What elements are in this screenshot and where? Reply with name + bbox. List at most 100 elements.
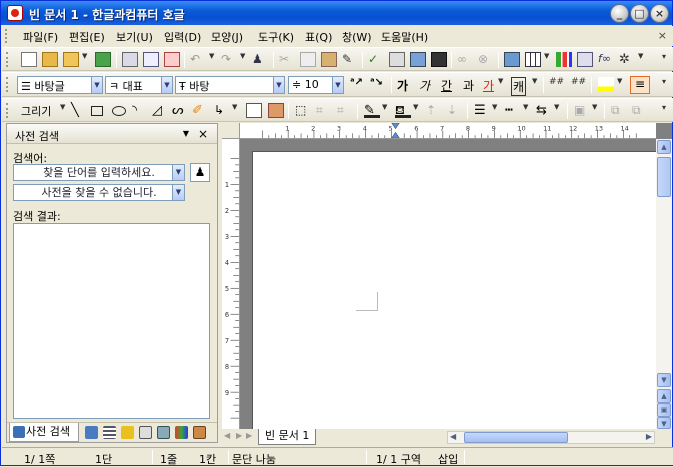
- chevron-down-icon[interactable]: ▼: [332, 77, 343, 93]
- font-size-select[interactable]: ≑ 10 ▼: [288, 76, 344, 94]
- textbox-icon[interactable]: [246, 103, 262, 118]
- rectangle-icon[interactable]: [91, 106, 103, 116]
- increase-font-icon[interactable]: ᵃ↗: [350, 77, 363, 88]
- scroll-right-icon[interactable]: ▶: [646, 432, 652, 441]
- undo-icon[interactable]: ↶: [190, 52, 206, 67]
- redo-icon[interactable]: ↷: [221, 52, 237, 67]
- vertical-ruler[interactable]: 1 2 3 4 5 6 7 8 9: [222, 139, 240, 429]
- dictionary-select[interactable]: 사전을 찾을 수 없습니다. ▼: [13, 184, 185, 201]
- horizontal-ruler[interactable]: 1 2 3 4 5 6 7 8 9 10 11 12 13 14: [240, 123, 656, 139]
- picture-frame-icon[interactable]: [268, 103, 284, 118]
- vertical-scrollbar[interactable]: ▲ ▼ ▲ ▣ ▼: [656, 139, 672, 429]
- toolbar-grip[interactable]: [5, 29, 8, 43]
- spellcheck-icon[interactable]: ✓: [368, 52, 384, 67]
- line-thickness-icon[interactable]: ☰: [474, 103, 490, 118]
- send-backward-icon[interactable]: ⇣: [447, 103, 463, 118]
- style-icon[interactable]: [431, 52, 447, 67]
- menu-file[interactable]: 파일(F): [23, 29, 58, 45]
- chevron-down-icon[interactable]: ▼: [172, 185, 184, 200]
- language-select[interactable]: ㅋ 대표 ▼: [105, 76, 173, 94]
- pencil-icon[interactable]: ✐: [192, 103, 208, 118]
- chart-icon[interactable]: [556, 52, 572, 67]
- text-art-icon[interactable]: [577, 52, 593, 67]
- ellipse-icon[interactable]: [112, 106, 126, 116]
- chevron-down-icon[interactable]: ▼: [544, 52, 549, 60]
- line-color-icon[interactable]: ✎: [364, 103, 380, 118]
- menu-format[interactable]: 모양(J): [211, 29, 243, 45]
- restore-button[interactable]: □: [630, 4, 649, 23]
- chevron-down-icon[interactable]: ▼: [172, 165, 184, 180]
- horizontal-scrollbar[interactable]: ◀ ▶: [447, 431, 655, 444]
- page-select-icon[interactable]: ▣: [657, 403, 671, 417]
- chevron-down-icon[interactable]: ▼: [91, 77, 102, 93]
- copy-icon[interactable]: [300, 52, 316, 67]
- paragraph-format-icon[interactable]: [389, 52, 405, 67]
- find-icon[interactable]: ♟: [252, 52, 268, 67]
- save-icon[interactable]: [95, 52, 111, 67]
- ungroup-icon[interactable]: ⌗: [337, 103, 353, 118]
- chevron-down-icon[interactable]: ▼: [382, 103, 387, 111]
- new-document-icon[interactable]: [21, 52, 37, 67]
- window-icon[interactable]: [157, 426, 170, 439]
- chevron-down-icon[interactable]: ▼: [554, 103, 559, 111]
- char-width-icon[interactable]: ##: [571, 77, 587, 92]
- underline-button[interactable]: 간: [441, 77, 452, 94]
- tab-dictionary-search[interactable]: 사전 검색: [9, 423, 79, 442]
- next-page-icon[interactable]: ▼: [657, 417, 671, 429]
- chevron-down-icon[interactable]: ▼: [617, 77, 622, 85]
- text-color-button[interactable]: 가: [483, 77, 494, 94]
- tab-last-icon[interactable]: ▶: [246, 431, 252, 440]
- minimize-button[interactable]: _: [610, 4, 629, 23]
- tab-scroll-right-icon[interactable]: ▶: [236, 431, 242, 440]
- open-folder-icon[interactable]: [63, 52, 79, 67]
- tab-document[interactable]: 빈 문서 1: [258, 429, 316, 445]
- horizontal-scroll-thumb[interactable]: [464, 432, 568, 443]
- char-spacing-icon[interactable]: ##: [549, 77, 565, 92]
- menu-insert[interactable]: 입력(D): [164, 29, 201, 45]
- symbol-icon[interactable]: ✲: [619, 52, 635, 67]
- insert-picture-icon[interactable]: [504, 52, 520, 67]
- scroll-up-icon[interactable]: ▲: [657, 140, 671, 154]
- chevron-down-icon[interactable]: ▼: [638, 52, 643, 60]
- shadow-icon[interactable]: ▣: [574, 103, 590, 118]
- fill-color-icon[interactable]: ⛾: [395, 103, 411, 118]
- menu-edit[interactable]: 편집(E): [69, 29, 105, 45]
- group-icon[interactable]: ⌗: [316, 103, 332, 118]
- equation-icon[interactable]: f∞: [598, 52, 614, 67]
- connector-icon[interactable]: ↳: [214, 103, 230, 118]
- font-select[interactable]: Ŧ 바탕 ▼: [175, 76, 285, 94]
- chevron-down-icon[interactable]: ▼: [523, 103, 528, 111]
- print-preview-icon[interactable]: [143, 52, 159, 67]
- cut-icon[interactable]: ✂: [279, 52, 295, 67]
- close-button[interactable]: ×: [650, 4, 669, 23]
- align-objects-icon[interactable]: ⧉: [611, 103, 627, 118]
- line-style-icon[interactable]: ┅: [505, 103, 521, 118]
- close-document-icon[interactable]: ×: [658, 29, 667, 42]
- arc-icon[interactable]: ◝: [132, 103, 148, 118]
- italic-button[interactable]: 가: [419, 77, 430, 94]
- bold-button[interactable]: 가: [397, 77, 408, 94]
- prev-page-icon[interactable]: ▲: [657, 389, 671, 403]
- polygon-icon[interactable]: ◿: [152, 103, 168, 118]
- status-mode[interactable]: 삽입: [438, 451, 458, 467]
- lightning-icon[interactable]: [121, 426, 134, 439]
- tab-scroll-left-icon[interactable]: ◀: [224, 431, 230, 440]
- chevron-down-icon[interactable]: ▼: [592, 103, 597, 111]
- document-page[interactable]: [252, 151, 658, 431]
- menu-table[interactable]: 표(Q): [305, 29, 332, 45]
- distribute-objects-icon[interactable]: ⧉: [632, 103, 648, 118]
- chevron-down-icon[interactable]: ▼: [82, 52, 87, 60]
- arrow-style-icon[interactable]: ⇆: [536, 103, 552, 118]
- people-icon[interactable]: [85, 426, 98, 439]
- toolbar-grip[interactable]: [6, 52, 9, 67]
- chevron-down-icon[interactable]: ▼: [240, 52, 245, 60]
- curve-icon[interactable]: ᔕ: [172, 103, 188, 118]
- insert-table-icon[interactable]: [525, 52, 541, 67]
- toolbar-grip[interactable]: [6, 77, 9, 92]
- menu-tools[interactable]: 도구(K): [258, 29, 294, 45]
- list-icon[interactable]: [103, 426, 116, 439]
- results-box[interactable]: [13, 223, 210, 419]
- pdf-icon[interactable]: [164, 52, 180, 67]
- toolbar-overflow-icon[interactable]: ▾: [662, 52, 666, 61]
- scroll-left-icon[interactable]: ◀: [450, 432, 456, 441]
